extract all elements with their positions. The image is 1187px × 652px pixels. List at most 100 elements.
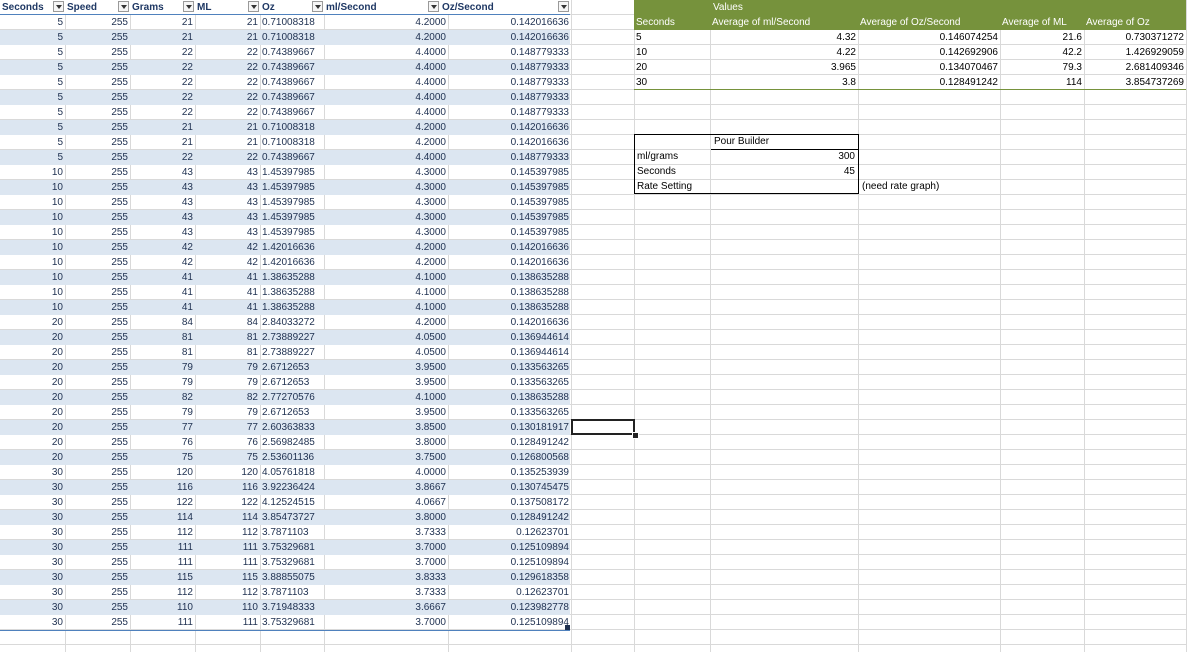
table-cell[interactable]: 5 (0, 15, 65, 30)
table-cell[interactable]: 43 (195, 210, 260, 225)
table-cell[interactable]: 255 (65, 195, 130, 210)
pivot-cell[interactable]: 3.965 (710, 60, 858, 75)
table-cell[interactable]: 255 (65, 75, 130, 90)
table-cell[interactable]: 30 (0, 495, 65, 510)
table-cell[interactable]: 21 (195, 15, 260, 30)
table-cell[interactable]: 76 (195, 435, 260, 450)
pivot-cell[interactable]: 0.128491242 (858, 75, 1000, 90)
table-cell[interactable]: 255 (65, 600, 130, 615)
table-cell[interactable]: 20 (0, 315, 65, 330)
pivot-cell[interactable]: 10 (634, 45, 710, 60)
pivot-header-cell[interactable]: Average of Oz/Second (858, 15, 1000, 30)
table-cell[interactable]: 2.77270576 (260, 390, 324, 405)
table-cell[interactable]: 1.45397985 (260, 210, 324, 225)
pivot-cell[interactable]: 3.854737269 (1084, 75, 1186, 90)
table-cell[interactable]: 0.142016636 (448, 120, 571, 135)
pivot-cell[interactable]: 30 (634, 75, 710, 90)
table-cell[interactable]: 4.3000 (324, 195, 448, 210)
table-cell[interactable]: 20 (0, 330, 65, 345)
table-cell[interactable]: 3.7000 (324, 540, 448, 555)
table-cell[interactable]: 3.8667 (324, 480, 448, 495)
table-cell[interactable]: 3.7333 (324, 585, 448, 600)
table-cell[interactable]: 4.2000 (324, 30, 448, 45)
table-cell[interactable]: 255 (65, 135, 130, 150)
pour-builder-value[interactable]: 300 (711, 149, 857, 164)
table-cell[interactable]: 0.145397985 (448, 195, 571, 210)
table-cell[interactable]: 4.1000 (324, 300, 448, 315)
table-cell[interactable]: 10 (0, 180, 65, 195)
table-cell[interactable]: 2.73889227 (260, 345, 324, 360)
table-cell[interactable]: 30 (0, 540, 65, 555)
table-cell[interactable]: 0.74389667 (260, 150, 324, 165)
table-cell[interactable]: 111 (130, 555, 195, 570)
table-cell[interactable]: 4.1000 (324, 285, 448, 300)
table-cell[interactable]: 43 (195, 180, 260, 195)
table-cell[interactable]: 81 (130, 345, 195, 360)
table-cell[interactable]: 116 (195, 480, 260, 495)
table-cell[interactable]: 21 (195, 120, 260, 135)
table-cell[interactable]: 79 (195, 360, 260, 375)
table-cell[interactable]: 4.3000 (324, 210, 448, 225)
table-cell[interactable]: 4.4000 (324, 75, 448, 90)
table-cell[interactable]: 4.3000 (324, 165, 448, 180)
pour-builder-title[interactable]: Pour Builder (712, 134, 858, 149)
table-cell[interactable]: 4.0500 (324, 330, 448, 345)
table-cell[interactable]: 115 (130, 570, 195, 585)
table-cell[interactable]: 115 (195, 570, 260, 585)
table-cell[interactable]: 114 (195, 510, 260, 525)
table-cell[interactable]: 0.130745475 (448, 480, 571, 495)
table-cell[interactable]: 43 (130, 195, 195, 210)
table-cell[interactable]: 2.6712653 (260, 360, 324, 375)
table-cell[interactable]: 0.133563265 (448, 375, 571, 390)
table-cell[interactable]: 255 (65, 330, 130, 345)
table-cell[interactable]: 22 (130, 90, 195, 105)
table-cell[interactable]: 112 (130, 525, 195, 540)
pivot-cell[interactable]: 2.681409346 (1084, 60, 1186, 75)
table-cell[interactable]: 0.71008318 (260, 15, 324, 30)
table-cell[interactable]: 5 (0, 75, 65, 90)
table-cell[interactable]: 43 (130, 165, 195, 180)
table-header-cell[interactable]: Oz (260, 0, 324, 15)
table-cell[interactable]: 4.1000 (324, 270, 448, 285)
pivot-cell[interactable]: 79.3 (1000, 60, 1084, 75)
pour-builder-label[interactable]: ml/grams (635, 149, 710, 164)
table-cell[interactable]: 79 (130, 375, 195, 390)
filter-dropdown-icon[interactable] (118, 1, 129, 12)
table-cell[interactable]: 3.8000 (324, 435, 448, 450)
table-cell[interactable]: 255 (65, 360, 130, 375)
table-header-cell[interactable]: ml/Second (324, 0, 440, 15)
table-cell[interactable]: 4.3000 (324, 180, 448, 195)
pivot-cell[interactable]: 5 (634, 30, 710, 45)
table-cell[interactable]: 0.145397985 (448, 210, 571, 225)
table-cell[interactable]: 43 (195, 225, 260, 240)
table-cell[interactable]: 255 (65, 495, 130, 510)
table-cell[interactable]: 122 (130, 495, 195, 510)
table-cell[interactable]: 4.0000 (324, 465, 448, 480)
table-cell[interactable]: 42 (130, 240, 195, 255)
table-cell[interactable]: 2.73889227 (260, 330, 324, 345)
pivot-cell[interactable]: 0.146074254 (858, 30, 1000, 45)
table-cell[interactable]: 0.137508172 (448, 495, 571, 510)
table-cell[interactable]: 255 (65, 165, 130, 180)
table-cell[interactable]: 3.85473727 (260, 510, 324, 525)
table-cell[interactable]: 20 (0, 375, 65, 390)
table-cell[interactable]: 41 (130, 285, 195, 300)
filter-dropdown-icon[interactable] (183, 1, 194, 12)
table-cell[interactable]: 255 (65, 345, 130, 360)
filter-dropdown-icon[interactable] (312, 1, 323, 12)
table-cell[interactable]: 111 (195, 555, 260, 570)
table-cell[interactable]: 77 (130, 420, 195, 435)
table-cell[interactable]: 0.138635288 (448, 300, 571, 315)
table-cell[interactable]: 255 (65, 525, 130, 540)
table-cell[interactable]: 255 (65, 90, 130, 105)
table-cell[interactable]: 5 (0, 90, 65, 105)
table-cell[interactable]: 3.75329681 (260, 615, 324, 630)
pour-builder-value[interactable] (711, 179, 857, 194)
table-cell[interactable]: 255 (65, 465, 130, 480)
table-header-cell[interactable]: Speed (65, 0, 130, 15)
table-cell[interactable]: 3.9500 (324, 360, 448, 375)
table-cell[interactable]: 81 (195, 345, 260, 360)
table-cell[interactable]: 1.38635288 (260, 300, 324, 315)
table-cell[interactable]: 3.9500 (324, 375, 448, 390)
table-cell[interactable]: 1.45397985 (260, 225, 324, 240)
